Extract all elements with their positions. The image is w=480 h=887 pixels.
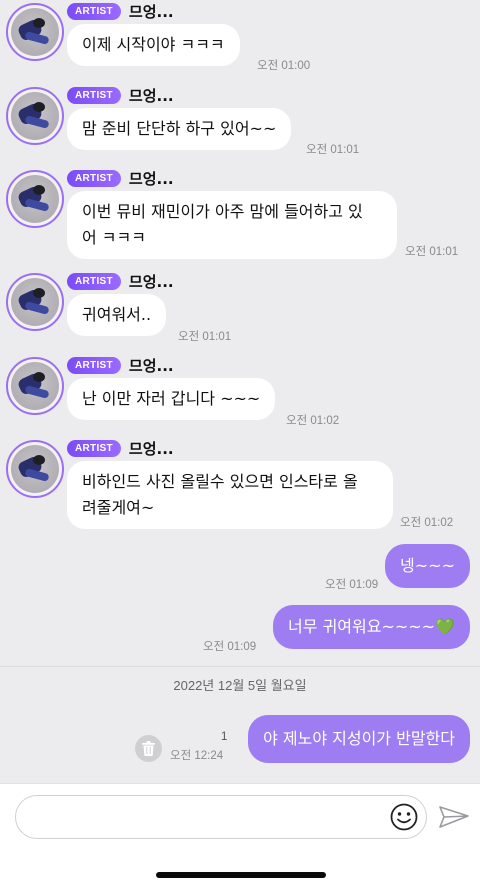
artist-name: 므엉... [128,86,174,105]
message-text: 려줄게여~ [82,498,155,517]
message-time: 오전 01:01 [306,144,360,156]
message-bubble[interactable]: 난 이만 자러 갑니다 ~~~ [67,378,276,420]
message-time: 오전 12:24 [170,750,224,762]
message-text: 이번 뮤비 재민이가 아주 맘에 들어하고 있 [82,202,363,221]
home-indicator [156,872,326,878]
message-time: 오전 01:02 [400,517,454,529]
message-time: 오전 01:02 [286,415,340,427]
artist-name: 므엉... [128,439,174,458]
message-time: 오전 01:09 [325,579,379,591]
message-text: 야 제노야 지성이가 반말한다 [263,729,455,748]
outgoing-message-bubble[interactable]: 야 제노야 지성이가 반말한다 [248,715,470,763]
unread-count: 1 [221,731,228,743]
message-bubble[interactable]: 맘 준비 단단하 하구 있어~~ [67,108,292,150]
artist-badge: ARTIST [67,169,121,187]
artist-name: 므엉... [128,356,174,375]
trash-icon[interactable] [135,735,162,762]
artist-avatar[interactable] [6,170,64,228]
message-bubble[interactable]: 이제 시작이야 ㅋㅋㅋ [67,24,240,66]
artist-avatar[interactable] [6,440,64,498]
message-text: 넹~~~ [400,556,455,575]
section-divider [0,666,480,667]
message-time: 오전 01:09 [203,641,257,653]
artist-badge: ARTIST [67,272,121,290]
smiley-icon[interactable] [389,802,419,832]
message-input[interactable] [15,795,427,839]
message-bubble[interactable]: 귀여워서.. [67,294,167,336]
message-time: 오전 01:01 [178,331,232,343]
message-bubble[interactable]: 이번 뮤비 재민이가 아주 맘에 들어하고 있 어 ㅋㅋㅋ [67,191,397,259]
message-text: 어 ㅋㅋㅋ [82,228,146,247]
message-time: 오전 01:01 [405,246,459,258]
message-text: 비하인드 사진 올릴수 있으면 인스타로 올 [82,472,358,491]
paper-plane-icon[interactable] [437,802,471,832]
artist-avatar[interactable] [6,273,64,331]
date-separator: 2022년 12월 5일 월요일 [173,678,307,693]
artist-name: 므엉... [128,272,174,291]
artist-badge: ARTIST [67,86,121,104]
artist-avatar[interactable] [6,87,64,145]
artist-badge: ARTIST [67,356,121,374]
artist-avatar[interactable] [6,357,64,415]
artist-badge: ARTIST [67,439,121,457]
message-text: 귀여워서.. [82,305,152,324]
message-bubble[interactable]: 비하인드 사진 올릴수 있으면 인스타로 올 려줄게여~ [67,461,393,529]
artist-badge: ARTIST [67,2,121,20]
artist-name: 므엉... [128,2,174,21]
outgoing-message-bubble[interactable]: 너무 귀여워요~~~~💚 [273,605,470,649]
outgoing-message-bubble[interactable]: 넹~~~ [385,544,470,588]
message-text: 맘 준비 단단하 하구 있어~~ [82,119,277,138]
message-text: 너무 귀여워요~~~~💚 [288,617,455,636]
message-text: 난 이만 자러 갑니다 ~~~ [82,389,261,408]
artist-name: 므엉... [128,169,174,188]
message-text: 이제 시작이야 ㅋㅋㅋ [82,35,225,54]
artist-avatar[interactable] [6,3,64,61]
chat-scroll-area[interactable]: ARTIST 므엉... 이제 시작이야 ㅋㅋㅋ 오전 01:00 ARTIST… [0,0,480,783]
message-time: 오전 01:00 [257,60,311,72]
